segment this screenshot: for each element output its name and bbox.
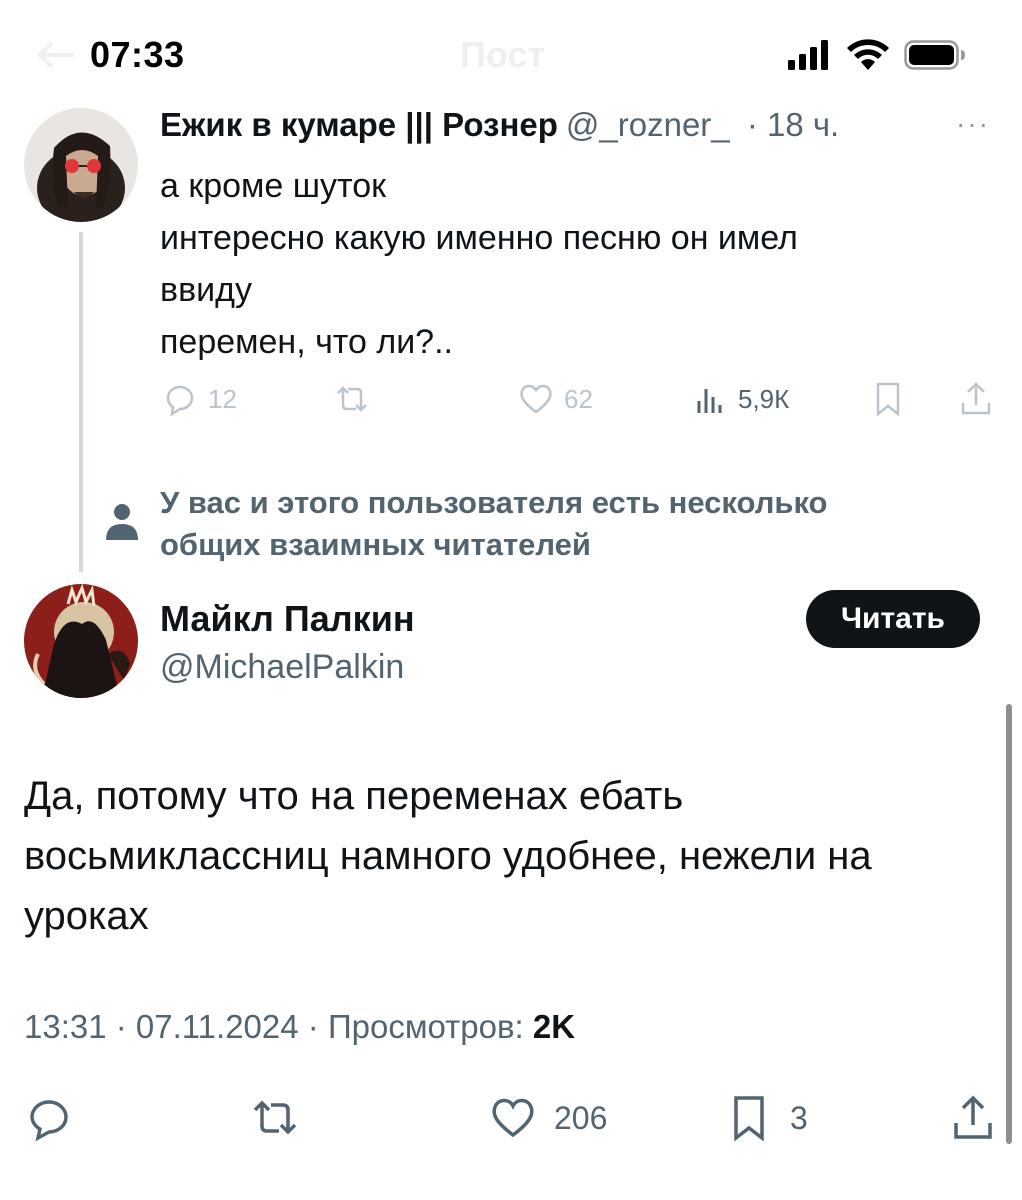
- parent-tweet-line: перемен, что ли?..: [160, 323, 453, 361]
- like-button[interactable]: 206: [488, 1090, 607, 1146]
- avatar[interactable]: [24, 108, 138, 222]
- person-icon: [106, 504, 138, 540]
- tweet-timestamp: 13:31 · 07.11.2024 · Просмотров:: [24, 1008, 533, 1045]
- reply-icon: [30, 1100, 68, 1142]
- signal-icon: [788, 40, 828, 70]
- reply-button[interactable]: [24, 1090, 74, 1146]
- back-arrow-icon[interactable]: [36, 40, 76, 70]
- main-tweet-line: Да, потому что на переменах ебать: [24, 774, 684, 818]
- parent-tweet-actions: 12 62 5,9К: [160, 376, 1000, 426]
- parent-tweet-line: интересно какую именно песню он имел: [160, 219, 798, 257]
- follow-button[interactable]: Читать: [806, 590, 980, 648]
- parent-tweet-time: · 18 ч.: [746, 106, 840, 143]
- status-bar: Пост 07:33: [0, 0, 1022, 100]
- more-options-icon[interactable]: ···: [956, 108, 990, 140]
- parent-share-button[interactable]: [956, 376, 996, 422]
- repost-icon: [337, 386, 367, 412]
- share-icon: [961, 382, 991, 415]
- parent-tweet-line: а кроме шуток: [160, 167, 387, 205]
- bookmark-count: 3: [790, 1099, 808, 1136]
- bookmark-icon: [734, 1096, 764, 1142]
- main-tweet-actions: 206 3: [24, 1090, 1004, 1150]
- parent-views-count: 5,9К: [738, 383, 790, 414]
- mutual-notice-line: У вас и этого пользователя есть нескольк…: [160, 485, 828, 520]
- header-title: Пост: [460, 34, 546, 75]
- main-tweet-line: восьмиклассниц намного удобнее, нежели н…: [24, 834, 872, 878]
- parent-like-button[interactable]: 62: [516, 376, 593, 422]
- tweet-meta: 13:31 · 07.11.2024 · Просмотров: 2K: [24, 1008, 575, 1046]
- parent-reply-count: 12: [208, 383, 237, 414]
- like-count: 206: [554, 1099, 608, 1136]
- bookmark-icon: [876, 382, 900, 417]
- parent-tweet-text: а кроме шуток интересно какую именно пес…: [160, 160, 980, 368]
- main-author-name[interactable]: Майкл Палкин: [160, 598, 415, 640]
- reply-icon: [166, 385, 194, 417]
- parent-author-name[interactable]: Ежик в кумаре ||| Рознер: [160, 106, 558, 143]
- bookmark-button[interactable]: 3: [724, 1090, 808, 1146]
- mutual-followers-notice: У вас и этого пользователя есть нескольк…: [160, 482, 827, 566]
- parent-reply-button[interactable]: 12: [160, 376, 237, 422]
- status-time: 07:33: [90, 34, 185, 75]
- parent-author-handle[interactable]: @_rozner_: [566, 106, 730, 143]
- main-tweet-line: уроках: [24, 894, 149, 938]
- parent-tweet-line: ввиду: [160, 271, 252, 309]
- repost-button[interactable]: [250, 1090, 300, 1146]
- main-author-handle[interactable]: @MichaelPalkin: [160, 648, 404, 687]
- heart-icon: [520, 384, 552, 414]
- parent-repost-button[interactable]: [332, 376, 372, 422]
- thread-line: [79, 232, 83, 572]
- mutual-notice-line: общих взаимных читателей: [160, 527, 591, 562]
- main-tweet-text: Да, потому что на переменах ебать восьми…: [24, 766, 1004, 946]
- heart-icon: [492, 1098, 534, 1138]
- parent-like-count: 62: [564, 383, 593, 414]
- wifi-icon: [847, 39, 889, 70]
- parent-tweet-header: Ежик в кумаре ||| Рознер @_rozner_ · 18 ч…: [160, 106, 839, 144]
- tweet-views-count[interactable]: 2K: [533, 1008, 575, 1045]
- share-icon: [954, 1095, 992, 1139]
- scrollbar[interactable]: [1006, 704, 1012, 1144]
- views-icon: [697, 389, 722, 413]
- parent-views-button[interactable]: 5,9К: [690, 376, 789, 422]
- battery-icon: [904, 40, 965, 70]
- parent-bookmark-button[interactable]: [868, 376, 908, 422]
- share-button[interactable]: [948, 1090, 998, 1146]
- avatar[interactable]: [24, 584, 138, 698]
- repost-icon: [253, 1100, 297, 1135]
